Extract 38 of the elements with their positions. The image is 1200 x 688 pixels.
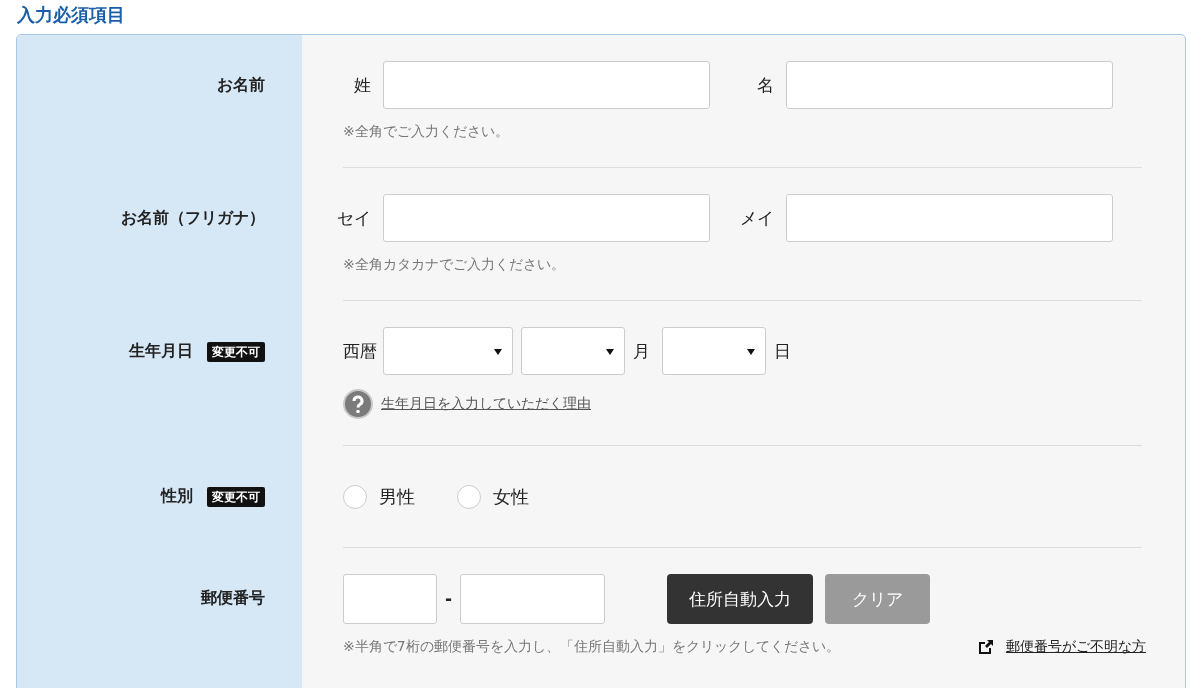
section-title: 入力必須項目 xyxy=(16,3,126,27)
field-label: 西暦 xyxy=(343,339,377,363)
field-label: 姓 xyxy=(353,73,372,97)
action-button[interactable]: 住所自動入力 xyxy=(667,574,813,624)
help-link[interactable]: 郵便番号がご不明な方 xyxy=(1006,638,1146,656)
input-field[interactable] xyxy=(343,574,437,624)
select-field[interactable] xyxy=(662,327,766,375)
input-field[interactable] xyxy=(460,574,605,624)
field-label: メイ xyxy=(739,206,775,230)
separator-text: - xyxy=(443,589,454,609)
field-label: 郵便番号 xyxy=(201,587,265,609)
help-link[interactable]: 生年月日を入力していただく理由 xyxy=(381,395,591,413)
field-label: 性別 xyxy=(161,485,193,507)
radio-option[interactable]: 女性 xyxy=(457,485,529,509)
input-field[interactable] xyxy=(383,61,710,109)
hint-text: ※全角カタカナでご入力ください。 xyxy=(343,256,566,274)
field-label: セイ xyxy=(336,206,372,230)
field-label: お名前 xyxy=(217,74,265,96)
unit-label: 月 xyxy=(633,339,650,363)
badge: 変更不可 xyxy=(207,487,265,507)
select-field[interactable] xyxy=(383,327,513,375)
input-field[interactable] xyxy=(786,194,1113,242)
caret-icon xyxy=(747,348,755,356)
hint-text: ※半角で7桁の郵便番号を入力し、「住所自動入力」をクリックしてください。 xyxy=(343,638,840,656)
radio-option[interactable]: 男性 xyxy=(343,485,415,509)
select-field[interactable] xyxy=(521,327,625,375)
hint-text: ※全角でご入力ください。 xyxy=(343,123,510,141)
input-field[interactable] xyxy=(786,61,1113,109)
field-label: 名 xyxy=(756,73,775,97)
caret-icon xyxy=(606,348,614,356)
external-link-icon xyxy=(978,639,994,655)
help-icon xyxy=(343,389,373,419)
caret-icon xyxy=(494,348,502,356)
field-label: 生年月日 xyxy=(129,340,193,362)
badge: 変更不可 xyxy=(207,342,265,362)
field-label: お名前（フリガナ） xyxy=(121,207,265,229)
unit-label: 日 xyxy=(774,339,791,363)
input-field[interactable] xyxy=(383,194,710,242)
